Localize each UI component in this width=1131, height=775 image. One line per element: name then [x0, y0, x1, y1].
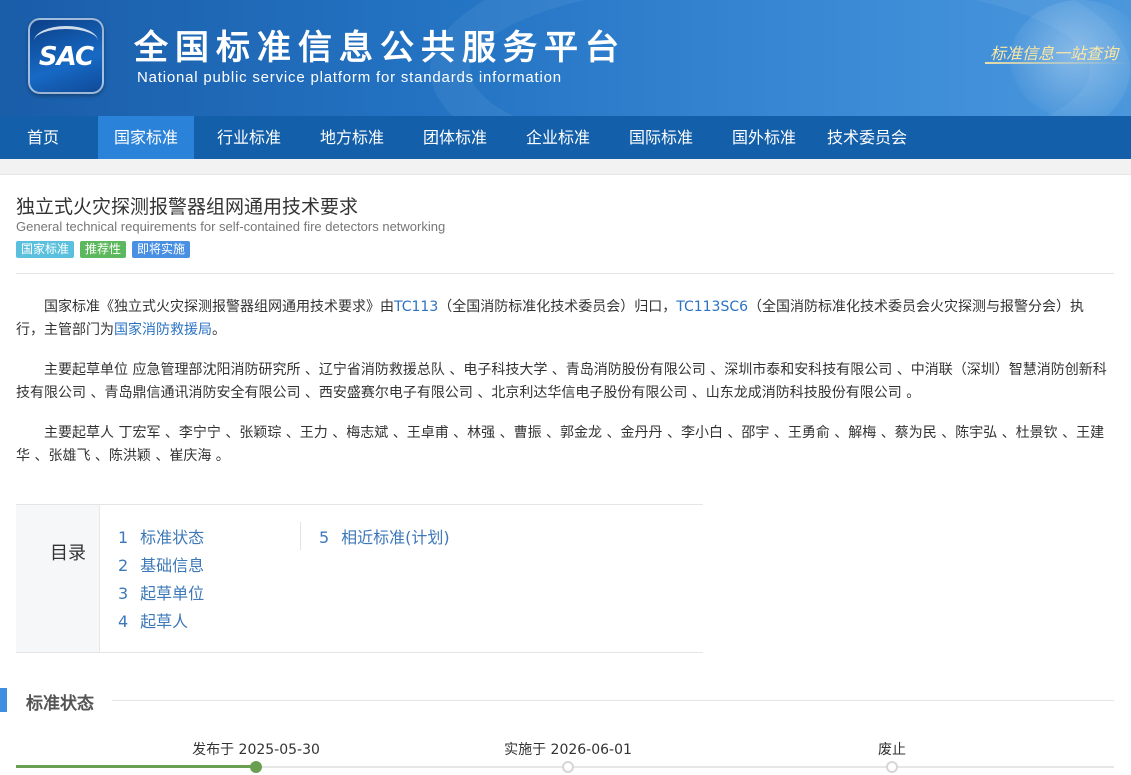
tc113sc6-link[interactable]: TC113SC6 [676, 299, 748, 315]
nav-item-international-standards[interactable]: 国际标准 [613, 116, 709, 159]
nav-item-local-standards[interactable]: 地方标准 [304, 116, 400, 159]
standard-title: 独立式火灾探测报警器组网通用技术要求 [16, 196, 359, 218]
tc113-desc: （全国消防标准化技术委员会）归口， [438, 299, 677, 315]
timeline-label-abolished: 废止 [878, 742, 906, 758]
standard-badges: 国家标准 推荐性 即将实施 [16, 241, 191, 258]
section-accent-bar [0, 688, 7, 712]
nav-item-industry-standards[interactable]: 行业标准 [201, 116, 297, 159]
table-of-contents: 目录 1 标准状态 2 基础信息 3 起草单位 4 起草人 5 相近标准(计划) [16, 504, 703, 653]
title-divider [16, 273, 1114, 274]
timeline-label-published: 发布于 2025-05-30 [192, 742, 320, 758]
tc113-link[interactable]: TC113 [394, 299, 438, 315]
toc-column-separator [300, 522, 301, 550]
badge-upcoming: 即将实施 [132, 241, 191, 258]
description-paragraph-drafting-units: 主要起草单位 应急管理部沈阳消防研究所 、辽宁省消防救援总队 、电子科技大学 、… [16, 362, 1107, 401]
nav-item-enterprise-standards[interactable]: 企业标准 [510, 116, 606, 159]
toc-item-num: 1 [118, 528, 129, 547]
site-title: 全国标准信息公共服务平台 [134, 28, 626, 68]
description-paragraph-drafters: 主要起草人 丁宏军 、李宁宁 、张颖琮 、王力 、梅志斌 、王卓甫 、林强 、曹… [16, 425, 1105, 464]
badge-national-standard: 国家标准 [16, 241, 75, 258]
toc-item-num: 5 [319, 528, 330, 547]
timeline-dot-effective [562, 761, 574, 773]
sac-logo[interactable]: SAC [28, 18, 104, 94]
toc-item-similar-standards[interactable]: 5 相近标准(计划) [319, 524, 450, 548]
toc-label-cell: 目录 [16, 505, 100, 652]
badge-recommended: 推荐性 [80, 241, 127, 258]
toc-label: 目录 [50, 543, 86, 564]
timeline-progress [16, 765, 256, 768]
department-link[interactable]: 国家消防救援局 [114, 322, 212, 338]
toc-item-num: 4 [118, 612, 129, 631]
standard-title-en: General technical requirements for self-… [16, 219, 446, 234]
toc-item-label: 起草单位 [140, 584, 205, 603]
content-top-strip [0, 159, 1131, 175]
nav-item-technical-committees[interactable]: 技术委员会 [819, 116, 915, 159]
timeline-dot-published [250, 761, 262, 773]
toc-item-num: 2 [118, 556, 129, 575]
toc-item-drafting-units[interactable]: 3 起草单位 [118, 580, 204, 604]
timeline-label-effective: 实施于 2026-06-01 [504, 742, 632, 758]
toc-item-status[interactable]: 1 标准状态 [118, 524, 204, 548]
toc-item-label: 基础信息 [140, 556, 205, 575]
slogan: 标准信息一站查询 [990, 44, 1119, 63]
site-subtitle: National public service platform for sta… [137, 69, 562, 86]
logo-text: SAC [38, 42, 94, 72]
slogan-underline [985, 62, 1131, 64]
header-banner: SAC 全国标准信息公共服务平台 National public service… [0, 0, 1131, 116]
section-title-status: 标准状态 [26, 694, 94, 714]
description-paragraph-committee: 国家标准《独立式火灾探测报警器组网通用技术要求》由TC113（全国消防标准化技术… [16, 296, 1110, 342]
nav-item-group-standards[interactable]: 团体标准 [407, 116, 503, 159]
nav-item-foreign-standards[interactable]: 国外标准 [716, 116, 812, 159]
toc-item-label: 起草人 [140, 612, 189, 631]
nav-item-national-standards[interactable]: 国家标准 [98, 116, 194, 159]
toc-item-drafters[interactable]: 4 起草人 [118, 608, 188, 632]
main-nav: 首页 国家标准 行业标准 地方标准 团体标准 企业标准 国际标准 国外标准 技术… [0, 116, 1131, 159]
toc-item-label: 相近标准(计划) [341, 528, 450, 547]
desc-prefix: 国家标准《独立式火灾探测报警器组网通用技术要求》由 [44, 299, 394, 315]
toc-item-basic-info[interactable]: 2 基础信息 [118, 552, 204, 576]
desc-end: 。 [212, 322, 226, 338]
toc-item-label: 标准状态 [140, 528, 205, 547]
nav-item-home[interactable]: 首页 [10, 116, 76, 159]
toc-item-num: 3 [118, 584, 129, 603]
timeline-dot-abolished [886, 761, 898, 773]
section-title-line [112, 700, 1114, 701]
